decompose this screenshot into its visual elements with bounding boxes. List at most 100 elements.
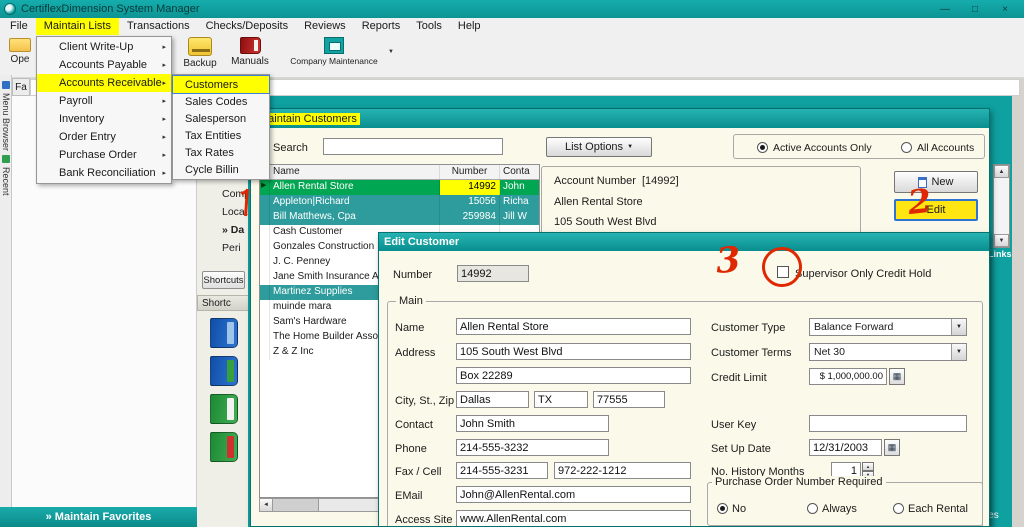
calendar-button[interactable]: ▦ (884, 439, 900, 456)
radio-po-no-label[interactable]: No (732, 503, 746, 515)
scroll-left-button[interactable]: ◄ (260, 499, 273, 511)
menu-maintain-lists[interactable]: Maintain Lists (35, 18, 119, 35)
submenu-item-tax-rates[interactable]: Tax Rates (173, 144, 269, 161)
radio-all-accounts-label[interactable]: All Accounts (917, 142, 974, 154)
edit-button[interactable]: Edit (894, 199, 978, 221)
set-up-date-input[interactable] (809, 439, 882, 456)
menu-item-inventory[interactable]: Inventory ▸ (37, 110, 171, 128)
close-button[interactable]: × (990, 0, 1020, 18)
toolbar-company-maintenance-button[interactable]: Company Maintenance (288, 37, 380, 66)
sidebar-tab-recent[interactable]: Recent (1, 167, 11, 196)
number-input[interactable] (457, 265, 529, 282)
menu-tools[interactable]: Tools (408, 18, 450, 35)
radio-active-accounts[interactable] (757, 142, 768, 153)
nav-item-date[interactable]: » Da (222, 224, 244, 236)
submenu-item-cycle-billing[interactable]: Cycle Billin (173, 161, 269, 178)
main-group-label: Main (396, 295, 426, 307)
maintain-customers-title: Maintain Customers (256, 112, 360, 125)
user-key-input[interactable] (809, 415, 967, 432)
number-label: Number (393, 269, 433, 281)
name-label: Name (395, 322, 425, 334)
customer-type-select[interactable]: Balance Forward ▼ (809, 318, 967, 336)
column-header-contact[interactable]: Conta (500, 165, 539, 179)
minimize-button[interactable]: — (930, 0, 960, 18)
toolbar-open-button[interactable]: Ope (3, 38, 37, 65)
radio-all-accounts[interactable] (901, 142, 912, 153)
menu-file[interactable]: File (2, 18, 36, 35)
phone-label: Phone (395, 443, 427, 455)
menu-item-accounts-receivable[interactable]: Accounts Receivable ▸ (37, 74, 171, 92)
access-site-input[interactable] (456, 510, 691, 526)
cell-name: Appleton|Richard (270, 195, 440, 210)
links-label[interactable]: Links (988, 249, 1012, 259)
customer-row[interactable]: Bill Matthews, Cpa 259984 Jill W (260, 210, 539, 225)
shortcut-icon-4[interactable] (210, 432, 238, 462)
menu-help[interactable]: Help (450, 18, 489, 35)
contact-input[interactable] (456, 415, 609, 432)
maximize-button[interactable]: □ (960, 0, 990, 18)
scroll-up-button[interactable]: ▲ (994, 165, 1009, 178)
address1-input[interactable] (456, 343, 691, 360)
radio-po-each-rental-label[interactable]: Each Rental (908, 503, 968, 515)
manuals-icon (239, 37, 261, 54)
background-scrollbar[interactable]: ▲ ▼ (993, 164, 1010, 248)
cell-input[interactable] (554, 462, 691, 479)
submenu-item-tax-entities[interactable]: Tax Entities (173, 127, 269, 144)
list-options-arrow-icon: ▼ (627, 144, 634, 150)
email-input[interactable] (456, 486, 691, 503)
menu-item-bank-reconciliation[interactable]: Bank Reconciliation ▸ (37, 164, 171, 182)
cell-number: 15056 (440, 195, 500, 210)
shortcuts-button[interactable]: Shortcuts (202, 271, 245, 289)
toolbar-overflow-arrow-icon[interactable]: ▼ (388, 49, 394, 55)
toolbar-manuals-button[interactable]: Manuals (226, 37, 274, 67)
shortcut-icon-1[interactable] (210, 318, 238, 348)
menu-reviews[interactable]: Reviews (296, 18, 354, 35)
credit-limit-input[interactable] (809, 368, 887, 385)
address-label: Address (395, 347, 436, 359)
accounts-receivable-submenu: Customers Sales Codes Salesperson Tax En… (172, 74, 270, 180)
menu-checks-deposits[interactable]: Checks/Deposits (198, 18, 297, 35)
maintain-favorites-bar[interactable]: » Maintain Favorites (0, 507, 197, 527)
fax-input[interactable] (456, 462, 548, 479)
scroll-down-button[interactable]: ▼ (994, 234, 1009, 247)
submenu-item-sales-codes[interactable]: Sales Codes (173, 93, 269, 110)
customer-row-selected[interactable]: ▶ Allen Rental Store 14992 John (260, 180, 539, 195)
favorites-tab[interactable]: Fa (12, 78, 30, 96)
search-input[interactable] (323, 138, 503, 155)
radio-po-always[interactable] (807, 503, 818, 514)
scrollbar-thumb[interactable] (273, 499, 319, 511)
column-header-name[interactable]: Name (270, 165, 440, 179)
toolbar-backup-button[interactable]: Backup (176, 37, 224, 69)
account-number-value: [14992] (642, 175, 679, 187)
address2-input[interactable] (456, 367, 691, 384)
cell-contact: John (503, 181, 525, 192)
submenu-item-salesperson[interactable]: Salesperson (173, 110, 269, 127)
zip-input[interactable] (593, 391, 665, 408)
submenu-item-customers[interactable]: Customers (172, 75, 270, 94)
city-input[interactable] (456, 391, 529, 408)
list-options-button[interactable]: List Options ▼ (546, 137, 652, 157)
sidebar-tab-menu-browser[interactable]: Menu Browser (1, 93, 11, 151)
phone-input[interactable] (456, 439, 609, 456)
supervisor-credit-hold-label[interactable]: Supervisor Only Credit Hold (795, 268, 931, 280)
radio-po-no[interactable] (717, 503, 728, 514)
shortcut-icon-2[interactable] (210, 356, 238, 386)
state-input[interactable] (534, 391, 588, 408)
nav-item-period[interactable]: Peri (222, 242, 241, 254)
menu-reports[interactable]: Reports (354, 18, 409, 35)
radio-po-each-rental[interactable] (893, 503, 904, 514)
column-header-number[interactable]: Number (440, 165, 500, 179)
menu-item-payroll[interactable]: Payroll ▸ (37, 92, 171, 110)
customer-row[interactable]: Appleton|Richard 15056 Richa (260, 195, 539, 210)
menu-item-client-write-up[interactable]: Client Write-Up ▸ (37, 38, 171, 56)
menu-transactions[interactable]: Transactions (119, 18, 198, 35)
customer-terms-select[interactable]: Net 30 ▼ (809, 343, 967, 361)
shortcut-icon-3[interactable] (210, 394, 238, 424)
menu-item-purchase-order[interactable]: Purchase Order ▸ (37, 146, 171, 164)
radio-active-accounts-label[interactable]: Active Accounts Only (773, 142, 872, 154)
name-input[interactable] (456, 318, 691, 335)
radio-po-always-label[interactable]: Always (822, 503, 857, 515)
menu-item-order-entry[interactable]: Order Entry ▸ (37, 128, 171, 146)
credit-limit-calculator-button[interactable]: ▦ (889, 368, 905, 385)
menu-item-accounts-payable[interactable]: Accounts Payable ▸ (37, 56, 171, 74)
